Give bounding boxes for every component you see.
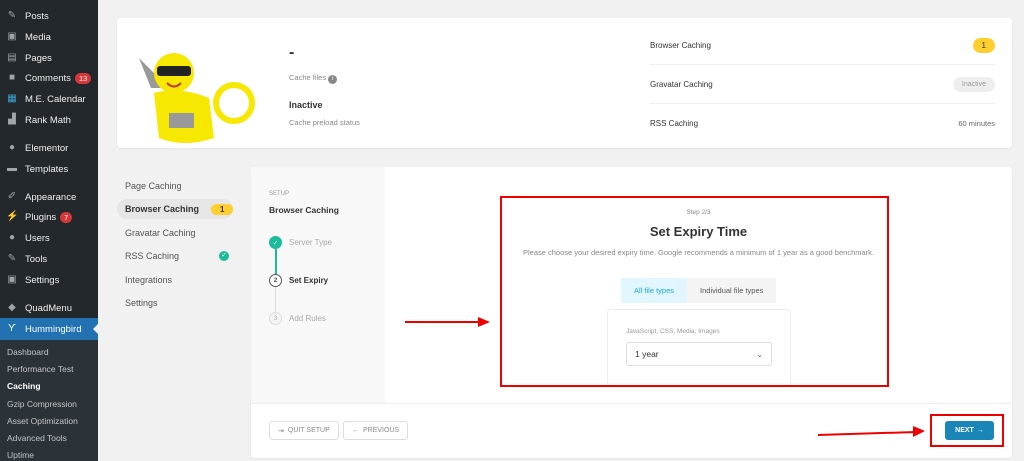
annotation-arrows (405, 317, 925, 437)
